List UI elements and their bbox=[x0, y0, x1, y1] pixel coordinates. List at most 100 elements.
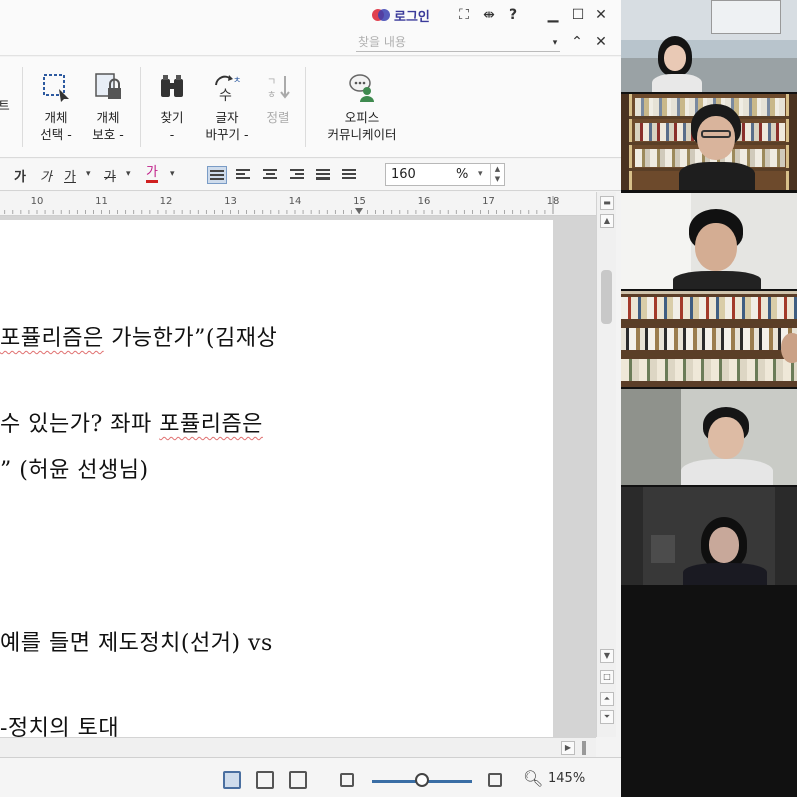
maximize-icon[interactable]: ☐ bbox=[569, 6, 587, 24]
font-color-button[interactable]: 가 bbox=[146, 166, 158, 183]
ruler-label: 12 bbox=[160, 196, 173, 207]
street-background bbox=[621, 58, 797, 92]
help-icon[interactable]: ? bbox=[504, 6, 522, 24]
ruler-label: 16 bbox=[418, 196, 431, 207]
object-select-line2: 선택 - bbox=[40, 127, 72, 142]
vertical-scrollbar[interactable]: ▬ ▲ ▼ □ ⏶ ⏷ bbox=[596, 192, 616, 737]
minimize-icon[interactable]: ▁ bbox=[544, 6, 562, 24]
binoculars-icon bbox=[155, 71, 189, 103]
communicator-icon bbox=[345, 71, 379, 103]
status-bar: 🔍︎ 145% bbox=[0, 757, 621, 797]
underline-button[interactable]: 가 bbox=[64, 166, 76, 185]
participant-tile[interactable] bbox=[621, 0, 797, 92]
object-protect-button[interactable]: 개체 보호 - bbox=[86, 71, 130, 143]
ruler-label: 15 bbox=[353, 196, 366, 207]
svg-text:수: 수 bbox=[219, 88, 232, 103]
ribbon-partial-button[interactable]: 트 bbox=[0, 97, 12, 114]
find-button[interactable]: 찾기 - bbox=[150, 71, 194, 143]
zoom-magnifier-icon[interactable]: 🔍︎ bbox=[523, 769, 543, 788]
building-background bbox=[711, 0, 781, 34]
align-right-icon[interactable] bbox=[288, 166, 308, 184]
ribbon-separator bbox=[305, 67, 306, 147]
page-view-icon[interactable]: □ bbox=[600, 670, 614, 684]
fullscreen-icon[interactable]: ⛶ bbox=[455, 6, 473, 24]
replace-chars-button[interactable]: 수ㅊ 글자 바꾸기 - bbox=[200, 71, 254, 143]
office-communicator-button[interactable]: 오피스 커뮤니케이터 bbox=[318, 71, 406, 143]
doc-line-1: 포퓰리즘은 가능한가”(김재상 bbox=[0, 320, 277, 352]
line-spacing-spinner-icon[interactable]: ▲ ▼ bbox=[490, 164, 504, 185]
object-background bbox=[651, 535, 675, 563]
participant-tile[interactable] bbox=[621, 389, 797, 485]
doc-text: -정치의 토대 bbox=[0, 716, 120, 737]
strikethrough-button[interactable]: 가 bbox=[104, 166, 116, 185]
object-select-icon bbox=[39, 71, 73, 103]
doc-text: ” (허윤 선생님) bbox=[0, 458, 149, 483]
italic-button[interactable]: 가 bbox=[40, 166, 52, 185]
login-button[interactable]: 로그인 bbox=[372, 5, 430, 25]
svg-text:ㅎ: ㅎ bbox=[267, 90, 276, 101]
sort-button[interactable]: ㄱㅎ 정렬 bbox=[260, 71, 296, 126]
office-communicator-line2: 커뮤니케이터 bbox=[327, 127, 397, 142]
scroll-up-icon[interactable]: ▲ bbox=[600, 214, 614, 228]
replace-chars-icon: 수ㅊ bbox=[210, 71, 244, 104]
object-protect-line1: 개체 bbox=[96, 110, 120, 125]
align-center-icon[interactable] bbox=[261, 166, 281, 184]
align-distribute-icon[interactable] bbox=[314, 166, 334, 184]
doc-text: 예를 들면 제도정치(선거) vs bbox=[0, 631, 273, 656]
align-divide-icon[interactable] bbox=[340, 166, 360, 184]
scroll-down-icon[interactable]: ▼ bbox=[600, 649, 614, 663]
svg-text:ㅊ: ㅊ bbox=[233, 76, 241, 86]
line-spacing-value: 160 bbox=[391, 167, 416, 182]
participant-tile[interactable] bbox=[621, 94, 797, 190]
svg-text:ㄱ: ㄱ bbox=[267, 77, 276, 88]
doc-text: 가능한가”(김재상 bbox=[103, 326, 278, 351]
doc-text: 수 있는가? 좌파 bbox=[0, 412, 160, 437]
search-bar: ▾ ⌃ ✕ bbox=[0, 30, 621, 56]
line-spacing-field[interactable]: 160 % ▾ ▲ ▼ bbox=[385, 163, 505, 186]
ribbon-separator bbox=[22, 67, 23, 147]
horizontal-scrollbar[interactable]: ▶ bbox=[0, 737, 596, 757]
ribbon-toolbar: 트 개체 선택 - 개체 보호 - 찾기 - 수ㅊ 글자 바꾸기 - ㄱ ㅎ 정… bbox=[0, 57, 621, 158]
object-protect-icon bbox=[91, 71, 125, 103]
document-area: 포퓰리즘은 가능한가”(김재상 수 있는가? 좌파 포퓰리즘은 ” (허윤 선생… bbox=[0, 216, 596, 737]
prev-page-icon[interactable]: ⏶ bbox=[600, 692, 614, 706]
search-prev-icon[interactable]: ⌃ bbox=[568, 33, 586, 51]
video-call-panel bbox=[621, 0, 797, 797]
align-justify-icon[interactable] bbox=[207, 166, 227, 184]
ruler-ticks: 10 11 12 13 14 15 16 17 18 bbox=[4, 196, 559, 214]
splitter-handle[interactable] bbox=[582, 741, 586, 755]
zoom-percent[interactable]: 145% bbox=[548, 771, 585, 786]
object-select-button[interactable]: 개체 선택 - bbox=[34, 71, 78, 143]
next-page-icon[interactable]: ⏷ bbox=[600, 710, 614, 724]
underline-dropdown-icon[interactable]: ▾ bbox=[86, 169, 91, 179]
web-layout-icon[interactable] bbox=[256, 771, 274, 789]
line-spacing-dropdown-icon[interactable]: ▾ bbox=[478, 169, 483, 179]
doc-line-5: -정치의 토대 bbox=[0, 710, 119, 737]
strike-dropdown-icon[interactable]: ▾ bbox=[126, 169, 131, 179]
search-input[interactable] bbox=[356, 33, 560, 52]
participant-tile[interactable] bbox=[621, 291, 797, 387]
participant-tile[interactable] bbox=[621, 193, 797, 289]
bold-button[interactable]: 가 bbox=[14, 166, 26, 185]
search-close-icon[interactable]: ✕ bbox=[592, 33, 610, 51]
zoom-slider-knob[interactable] bbox=[415, 773, 429, 787]
participant-tile[interactable] bbox=[621, 487, 797, 585]
color-dropdown-icon[interactable]: ▾ bbox=[170, 169, 175, 179]
spellcheck-word: 포퓰리즘은 bbox=[0, 326, 104, 351]
align-left-icon[interactable] bbox=[234, 166, 254, 184]
scrollbar-thumb[interactable] bbox=[601, 270, 612, 324]
search-dropdown-icon[interactable]: ▾ bbox=[546, 34, 564, 52]
split-icon[interactable]: ⇼ bbox=[480, 6, 498, 24]
close-icon[interactable]: ✕ bbox=[592, 6, 610, 24]
draft-layout-icon[interactable] bbox=[289, 771, 307, 789]
scroll-top-icon[interactable]: ▬ bbox=[600, 196, 614, 210]
zoom-in-icon[interactable] bbox=[488, 773, 502, 787]
scroll-right-icon[interactable]: ▶ bbox=[561, 741, 575, 755]
title-bar: 로그인 ⛶ ⇼ ? ▁ ☐ ✕ bbox=[0, 0, 621, 30]
document-page[interactable]: 포퓰리즘은 가능한가”(김재상 수 있는가? 좌파 포퓰리즘은 ” (허윤 선생… bbox=[0, 220, 553, 737]
find-line2: - bbox=[169, 127, 175, 142]
ruler-margin-marker[interactable] bbox=[355, 208, 363, 214]
page-layout-icon[interactable] bbox=[223, 771, 241, 789]
word-processor-window: 로그인 ⛶ ⇼ ? ▁ ☐ ✕ ▾ ⌃ ✕ 트 개체 선택 - 개체 bbox=[0, 0, 621, 797]
zoom-out-icon[interactable] bbox=[340, 773, 354, 787]
